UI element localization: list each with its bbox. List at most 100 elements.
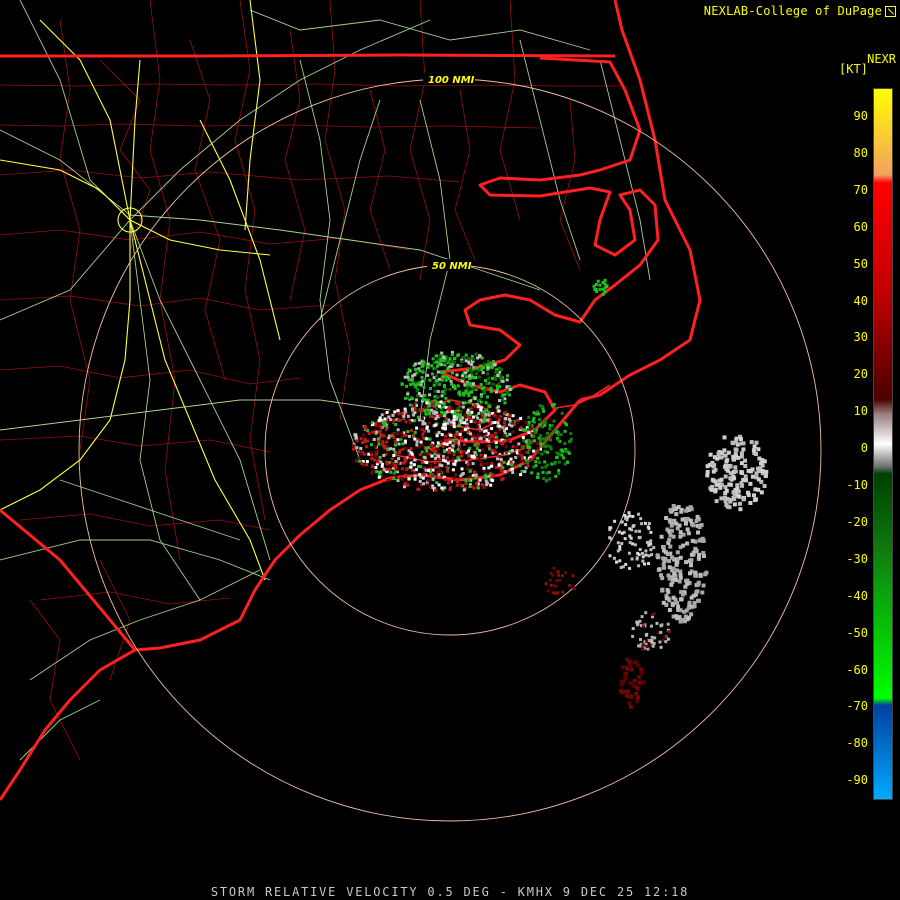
echo-pixel: [539, 434, 542, 438]
echo-pixel: [567, 451, 571, 455]
echo-pixel: [454, 433, 458, 437]
echo-pixel: [426, 408, 430, 412]
echo-pixel: [692, 604, 697, 609]
echo-pixel: [511, 471, 515, 474]
echo-pixel: [367, 432, 371, 435]
echo-pixel: [476, 486, 480, 490]
echo-pixel: [406, 375, 410, 379]
echo-pixel: [752, 444, 757, 449]
echo-pixel: [496, 387, 499, 391]
echo-pixel: [487, 444, 491, 448]
echo-pixel: [627, 659, 632, 664]
echo-pixel: [443, 414, 447, 418]
echo-pixel: [693, 546, 698, 551]
echo-pixel: [592, 284, 596, 288]
echo-pixel: [743, 474, 748, 479]
echo-pixel: [383, 446, 387, 450]
echo-pixel: [540, 466, 544, 470]
scale-unit: [KT]: [839, 62, 868, 76]
echo-pixel: [538, 418, 542, 422]
echo-pixel: [487, 376, 491, 380]
echo-pixel: [406, 430, 410, 433]
echo-pixel: [670, 555, 675, 560]
echo-pixel: [556, 591, 560, 595]
echo-pixel: [470, 437, 474, 441]
echo-pixel: [533, 428, 537, 432]
echo-pixel: [453, 462, 457, 466]
echo-pixel: [522, 439, 526, 442]
echo-pixel: [410, 407, 414, 411]
echo-pixel: [527, 415, 531, 419]
echo-pixel: [434, 488, 437, 492]
echo-pixel: [498, 466, 502, 470]
echo-pixel: [748, 481, 753, 486]
echo-pixel: [451, 363, 455, 366]
echo-pixel: [444, 427, 447, 431]
echo-pixel: [546, 431, 549, 435]
echo-pixel: [419, 440, 423, 444]
echo-pixel: [425, 425, 429, 429]
echo-pixel: [504, 451, 508, 455]
echo-pixel: [445, 442, 449, 446]
echo-pixel: [649, 530, 653, 534]
echo-pixel: [467, 449, 471, 453]
echo-pixel: [414, 367, 417, 371]
echo-pixel: [456, 413, 460, 417]
echo-pixel: [413, 430, 417, 434]
echo-pixel: [559, 433, 563, 437]
echo-pixel: [492, 449, 496, 453]
echo-pixel: [733, 465, 738, 470]
echo-pixel: [387, 415, 391, 419]
echo-pixel: [431, 449, 435, 453]
echo-pixel: [408, 434, 411, 438]
echo-pixel: [754, 452, 758, 456]
echo-pixel: [552, 419, 556, 423]
echo-pixel: [394, 475, 398, 479]
echo-pixel: [394, 443, 397, 447]
echo-pixel: [668, 533, 673, 538]
echo-pixel: [764, 469, 769, 474]
echo-pixel: [659, 631, 663, 634]
echo-pixel: [454, 473, 458, 477]
echo-pixel: [466, 426, 470, 430]
echo-pixel: [469, 407, 473, 411]
echo-pixel: [365, 460, 369, 463]
echo-pixel: [470, 410, 474, 414]
echo-pixel: [677, 523, 682, 528]
echo-pixel: [509, 457, 513, 461]
echo-pixel: [670, 518, 675, 523]
echo-pixel: [443, 477, 447, 481]
echo-pixel: [493, 421, 497, 424]
echo-pixel: [663, 635, 667, 639]
echo-pixel: [428, 411, 432, 415]
echo-pixel: [472, 415, 475, 419]
echo-pixel: [660, 576, 665, 581]
echo-pixel: [630, 557, 634, 561]
echo-pixel: [528, 446, 532, 449]
echo-pixel: [552, 429, 556, 433]
echo-pixel: [631, 627, 635, 631]
echo-pixel: [434, 423, 438, 427]
echo-pixel: [491, 365, 495, 369]
echo-pixel: [424, 412, 428, 416]
echo-pixel: [668, 508, 673, 513]
echo-pixel: [458, 445, 462, 449]
echo-pixel: [548, 477, 552, 481]
echo-pixel: [418, 480, 422, 483]
echo-pixel: [498, 399, 501, 402]
echo-pixel: [393, 450, 397, 454]
echo-pixel: [496, 405, 500, 409]
echo-pixel: [732, 476, 737, 481]
echo-pixel: [439, 439, 443, 443]
scale-tick-label: 0: [860, 441, 868, 456]
echo-pixel: [444, 417, 448, 421]
echo-pixel: [595, 290, 599, 293]
credit-text: NEXLAB-College of DuPage: [703, 4, 882, 18]
echo-pixel: [689, 563, 693, 568]
echo-pixel: [750, 467, 755, 472]
echo-pixel: [452, 418, 456, 422]
echo-pixel: [638, 535, 642, 539]
echo-pixel: [392, 447, 396, 451]
echo-pixel: [353, 433, 357, 437]
echo-pixel: [601, 292, 605, 296]
